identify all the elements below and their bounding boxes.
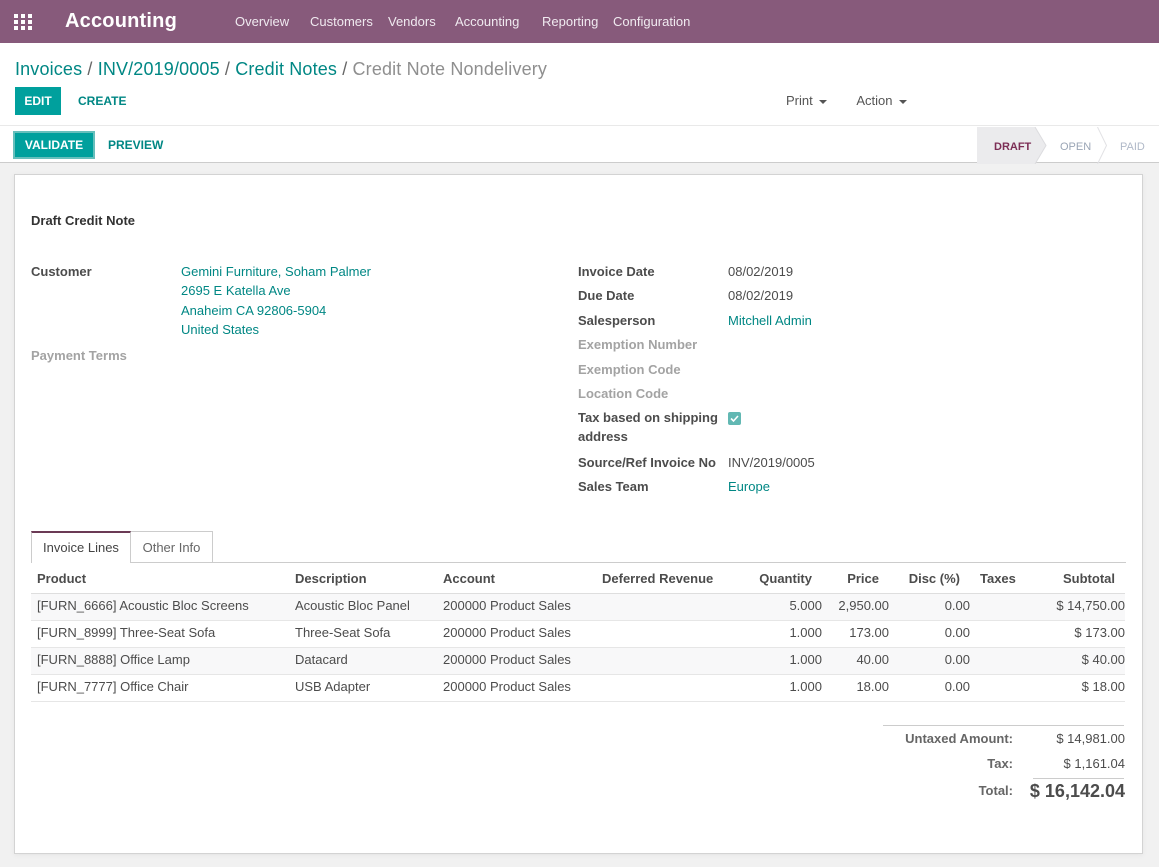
svg-text:OPEN: OPEN bbox=[1060, 141, 1091, 153]
svg-text:DRAFT: DRAFT bbox=[994, 141, 1032, 153]
svg-text:PAID: PAID bbox=[1120, 141, 1145, 153]
